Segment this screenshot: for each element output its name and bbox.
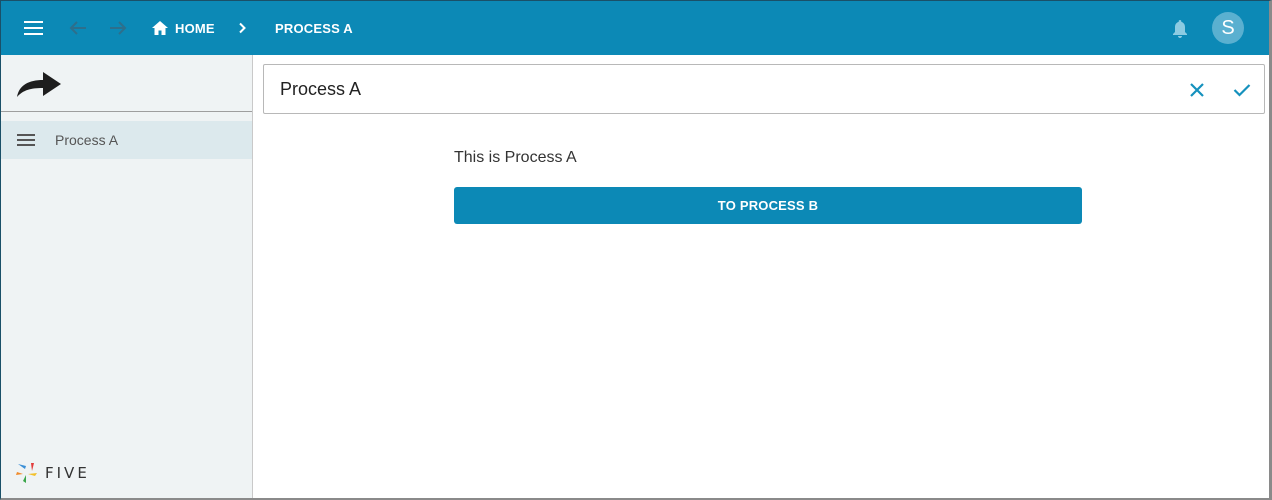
sidebar-header: [1, 55, 252, 112]
app-bar: HOME PROCESS A S: [1, 1, 1269, 55]
cancel-button[interactable]: [1184, 77, 1210, 103]
hamburger-menu-icon: [24, 21, 43, 35]
forward-button[interactable]: [103, 1, 133, 55]
breadcrumb-home-label: HOME: [175, 20, 215, 36]
arrow-forward-icon: [110, 21, 127, 35]
bell-icon: [1173, 19, 1187, 38]
sidebar-item-label: Process A: [55, 132, 119, 148]
to-process-b-button[interactable]: TO PROCESS B: [454, 187, 1082, 224]
breadcrumb-current: PROCESS A: [275, 20, 353, 36]
form-title: Process A: [280, 78, 362, 99]
breadcrumb-home[interactable]: HOME: [151, 1, 215, 55]
process-description: This is Process A: [454, 149, 577, 166]
share-arrow-icon: [17, 72, 61, 97]
arrow-back-icon: [69, 21, 86, 35]
form-title-bar: Process A: [263, 64, 1265, 114]
breadcrumb-separator: [237, 1, 247, 55]
close-icon: [1190, 83, 1204, 97]
menu-button[interactable]: [19, 1, 49, 55]
sidebar: Process A FIVE: [1, 55, 253, 498]
notifications-button[interactable]: [1167, 1, 1193, 55]
back-button[interactable]: [63, 1, 93, 55]
chevron-right-icon: [239, 22, 246, 34]
five-logo-text: FIVE: [45, 464, 90, 482]
home-icon: [152, 21, 168, 35]
five-logo: FIVE: [15, 461, 90, 485]
user-avatar[interactable]: S: [1212, 12, 1244, 44]
confirm-button[interactable]: [1229, 77, 1255, 103]
list-lines-icon: [17, 134, 35, 146]
sidebar-item-process-a[interactable]: Process A: [1, 121, 252, 159]
main-content: Process A This is Process A TO PROCESS B: [254, 55, 1269, 498]
app-window: HOME PROCESS A S Process A FIVE Process …: [0, 0, 1272, 500]
check-icon: [1233, 84, 1251, 97]
five-star-logo-icon: [16, 463, 37, 483]
